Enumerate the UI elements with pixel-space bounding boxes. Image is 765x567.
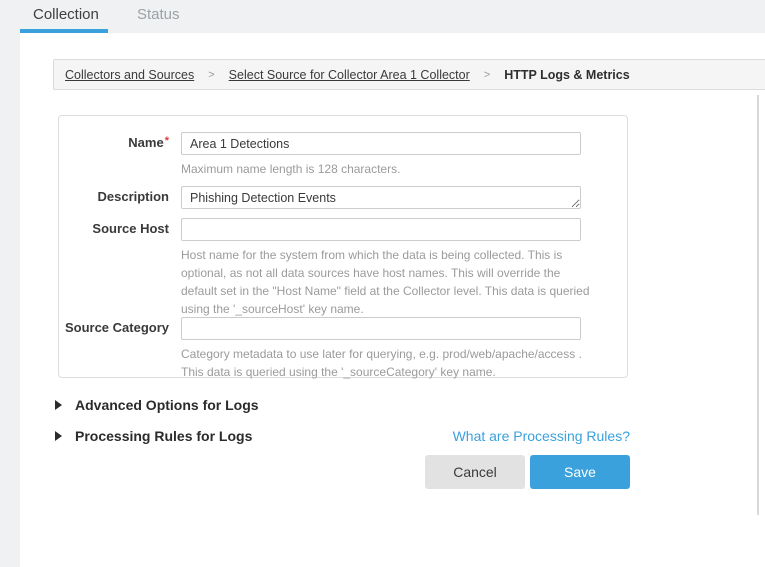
cancel-button[interactable]: Cancel	[425, 455, 525, 489]
source-category-label: Source Category	[59, 320, 169, 335]
description-label: Description	[59, 189, 169, 204]
name-label-text: Name	[128, 135, 163, 150]
breadcrumb-separator: >	[208, 69, 214, 81]
processing-rules-toggle[interactable]: Processing Rules for Logs	[55, 428, 252, 444]
page: Collection Status Collectors and Sources…	[0, 0, 765, 567]
source-category-helper-text: Category metadata to use later for query…	[181, 345, 591, 381]
source-host-input[interactable]	[181, 218, 581, 241]
advanced-options-title: Advanced Options for Logs	[75, 397, 259, 413]
save-button[interactable]: Save	[530, 455, 630, 489]
required-asterisk: *	[165, 135, 169, 147]
caret-right-icon	[55, 431, 62, 441]
name-label: Name*	[59, 135, 169, 150]
source-category-input[interactable]	[181, 317, 581, 340]
source-config-form: Name* Maximum name length is 128 charact…	[58, 115, 628, 378]
source-host-label: Source Host	[59, 221, 169, 236]
advanced-options-toggle[interactable]: Advanced Options for Logs	[55, 397, 259, 413]
name-input[interactable]	[181, 132, 581, 155]
tab-collection[interactable]: Collection	[33, 0, 99, 29]
caret-right-icon	[55, 400, 62, 410]
breadcrumb-current-page: HTTP Logs & Metrics	[504, 68, 629, 82]
description-textarea[interactable]: Phishing Detection Events	[181, 186, 581, 209]
name-helper-text: Maximum name length is 128 characters.	[181, 160, 591, 178]
breadcrumb: Collectors and Sources > Select Source f…	[53, 59, 765, 90]
scrollbar[interactable]	[757, 95, 759, 515]
processing-rules-title: Processing Rules for Logs	[75, 428, 252, 444]
breadcrumb-separator: >	[484, 69, 490, 81]
processing-rules-help-link[interactable]: What are Processing Rules?	[453, 428, 630, 444]
tab-status[interactable]: Status	[137, 0, 180, 29]
breadcrumb-link-collectors-and-sources[interactable]: Collectors and Sources	[65, 68, 194, 82]
tab-bar: Collection Status	[0, 0, 765, 33]
source-host-helper-text: Host name for the system from which the …	[181, 246, 591, 318]
breadcrumb-link-select-source[interactable]: Select Source for Collector Area 1 Colle…	[229, 68, 470, 82]
